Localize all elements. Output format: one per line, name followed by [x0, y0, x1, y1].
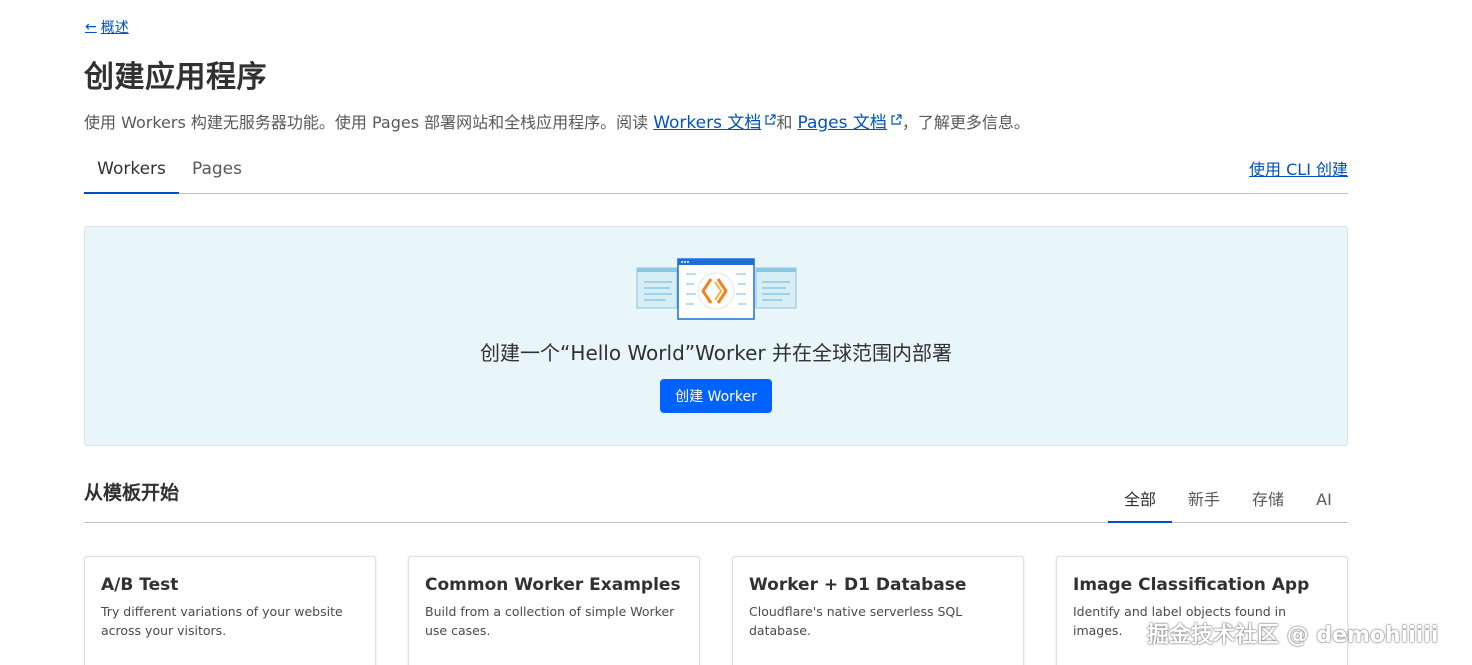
workers-illustration [636, 258, 797, 320]
intro-part3: ，了解更多信息。 [901, 113, 1030, 132]
templates-heading: 从模板开始 [84, 482, 180, 504]
template-card-common-examples[interactable]: Common Worker Examples Build from a coll… [408, 556, 700, 665]
tab-workers[interactable]: Workers [84, 148, 179, 194]
pages-docs-link[interactable]: Pages 文档 [797, 113, 886, 133]
card-description: Build from a collection of simple Worker… [425, 604, 675, 638]
card-description: Try different variations of your website… [101, 604, 343, 638]
back-link[interactable]: ← 概述 [85, 17, 129, 37]
workers-docs-link[interactable]: Workers 文档 [653, 113, 761, 133]
filter-beginner[interactable]: 新手 [1176, 480, 1232, 521]
intro-text: 使用 Workers 构建无服务器功能。使用 Pages 部署网站和全栈应用程序… [84, 108, 1030, 133]
intro-part2: 和 [776, 113, 798, 132]
arrow-left-icon: ← [85, 19, 97, 35]
card-title: Worker + D1 Database [749, 575, 967, 595]
filter-storage[interactable]: 存储 [1240, 480, 1296, 521]
page: ← 概述 创建应用程序 使用 Workers 构建无服务器功能。使用 Pages… [0, 0, 1472, 665]
watermark: 掘金技术社区 @ demohiiiii [1147, 623, 1439, 648]
card-title: Common Worker Examples [425, 575, 681, 595]
card-title: A/B Test [101, 575, 179, 595]
back-link-label[interactable]: 概述 [101, 17, 129, 37]
create-with-cli-link[interactable]: 使用 CLI 创建 [1249, 156, 1348, 180]
card-description: Cloudflare's native serverless SQL datab… [749, 604, 963, 638]
filter-all[interactable]: 全部 [1108, 480, 1172, 523]
card-title: Image Classification App [1073, 575, 1310, 595]
external-link-icon[interactable] [764, 114, 776, 126]
create-worker-button[interactable]: 创建 Worker [660, 379, 772, 413]
template-card-d1-database[interactable]: Worker + D1 Database Cloudflare's native… [732, 556, 1024, 665]
filter-ai[interactable]: AI [1304, 480, 1344, 521]
intro-part1: 使用 Workers 构建无服务器功能。使用 Pages 部署网站和全栈应用程序… [84, 113, 654, 132]
external-link-icon[interactable] [890, 114, 902, 126]
app-type-tabs: Workers Pages 使用 CLI 创建 [84, 148, 1348, 194]
hero-title: 创建一个“Hello World”Worker 并在全球范围内部署 [480, 341, 952, 365]
tab-pages[interactable]: Pages [180, 148, 254, 192]
template-filter-tabs: 全部 新手 存储 AI [84, 480, 1348, 523]
template-card-ab-test[interactable]: A/B Test Try different variations of you… [84, 556, 376, 665]
page-title: 创建应用程序 [84, 60, 267, 95]
hello-world-panel: 创建一个“Hello World”Worker 并在全球范围内部署 创建 Wor… [84, 226, 1348, 446]
